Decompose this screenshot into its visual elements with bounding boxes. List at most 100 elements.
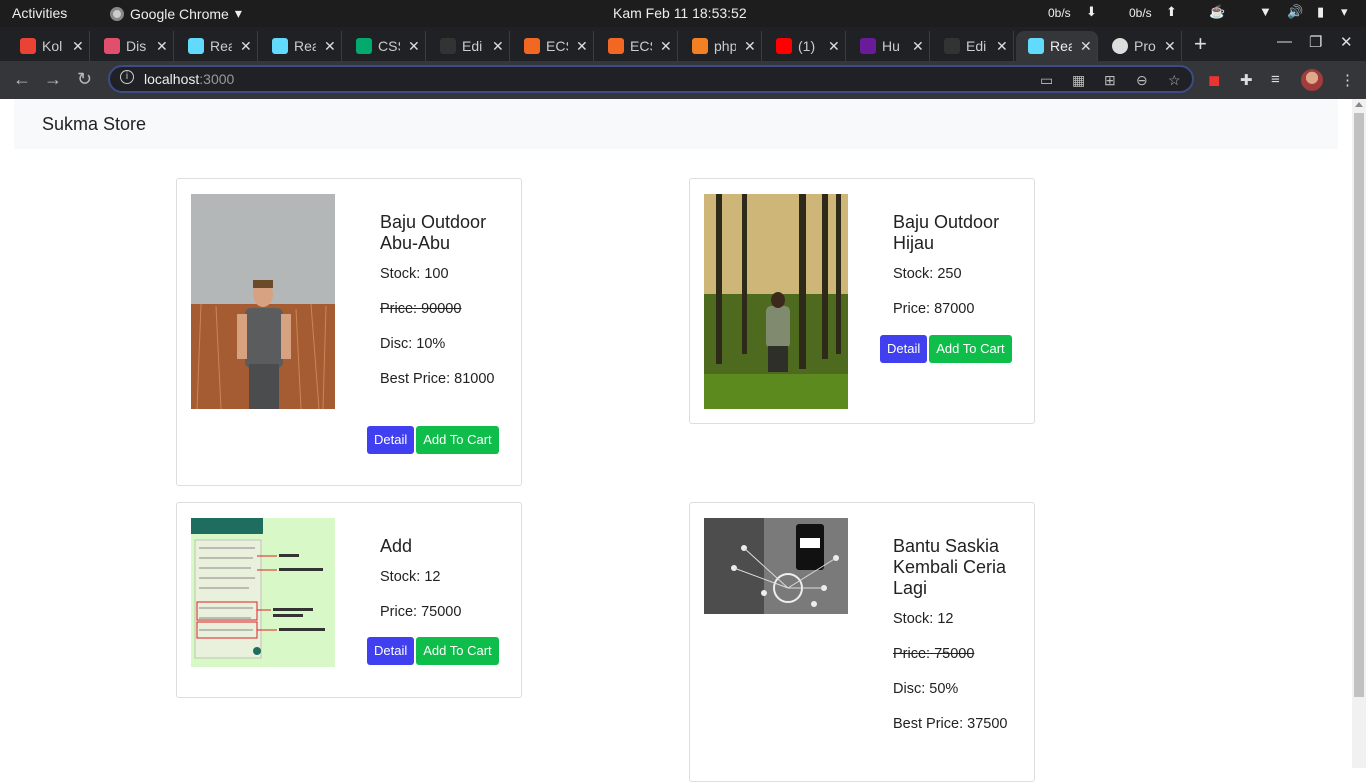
menu-icon[interactable]: ⋮ xyxy=(1340,71,1355,89)
browser-tab[interactable]: Dis ✕ xyxy=(92,31,174,61)
media-icon[interactable]: ≡ xyxy=(1271,71,1280,88)
info-icon[interactable]: i xyxy=(120,70,134,84)
tab-title: Rea xyxy=(210,38,232,54)
product-info: Baju Outdoor Hijau Stock: 250 Price: 870… xyxy=(893,212,1023,334)
scrollbar-thumb[interactable] xyxy=(1354,113,1364,697)
browser-tab[interactable]: php ✕ xyxy=(680,31,762,61)
react-icon xyxy=(188,38,204,54)
activities-button[interactable]: Activities xyxy=(12,5,67,21)
close-tab-icon[interactable]: ✕ xyxy=(408,38,420,55)
detail-button[interactable]: Detail xyxy=(367,426,415,454)
gmail-icon xyxy=(20,38,36,54)
browser-tab[interactable]: Edi ✕ xyxy=(932,31,1014,61)
close-tab-icon[interactable]: ✕ xyxy=(492,38,504,55)
close-tab-icon[interactable]: ✕ xyxy=(1164,38,1176,55)
close-tab-icon[interactable]: ✕ xyxy=(660,38,672,55)
close-tab-icon[interactable]: ✕ xyxy=(744,38,756,55)
back-icon[interactable]: ← xyxy=(13,69,31,90)
close-tab-icon[interactable]: ✕ xyxy=(576,38,588,55)
maximize-icon[interactable]: ❐ xyxy=(1309,33,1322,51)
browser-tab[interactable]: (1) ✕ xyxy=(764,31,846,61)
close-tab-icon[interactable]: ✕ xyxy=(1080,38,1092,55)
browser-tab[interactable]: CSS ✕ xyxy=(344,31,426,61)
wifi-icon[interactable]: ▼ xyxy=(1259,4,1272,19)
qr-code-icon[interactable]: ▦ xyxy=(1072,72,1085,89)
detail-button[interactable]: Detail xyxy=(880,335,928,363)
reload-icon[interactable]: ↻ xyxy=(77,69,92,90)
product-stock: Stock: 100 xyxy=(380,266,449,282)
browser-tab[interactable]: Pro ✕ xyxy=(1100,31,1182,61)
browser-tab[interactable]: ECS ✕ xyxy=(596,31,678,61)
coffee-icon[interactable]: ☕ xyxy=(1209,4,1225,20)
site-icon xyxy=(860,38,876,54)
puzzle-icon[interactable]: ✚ xyxy=(1240,71,1253,89)
net-down-rate: 0b/s xyxy=(1048,6,1071,20)
browser-tab[interactable]: Rea ✕ xyxy=(176,31,258,61)
stackoverflow-icon xyxy=(692,38,708,54)
browser-tab[interactable]: Kol ✕ xyxy=(8,31,90,61)
aws-icon xyxy=(524,38,540,54)
close-tab-icon[interactable]: ✕ xyxy=(912,38,924,55)
url-text[interactable]: localhost:3000 xyxy=(144,71,234,87)
volume-icon[interactable]: 🔊 xyxy=(1287,4,1303,20)
star-icon[interactable]: ☆ xyxy=(1168,72,1181,89)
product-actions: Detail Add To Cart xyxy=(880,335,1012,363)
brand[interactable]: Sukma Store xyxy=(42,114,146,135)
new-tab-button[interactable]: + xyxy=(1194,31,1207,57)
browser-tab[interactable]: Rea ✕ xyxy=(260,31,342,61)
add-to-cart-button[interactable]: Add To Cart xyxy=(929,335,1012,363)
tab-title: Hu xyxy=(882,38,900,54)
close-window-icon[interactable]: ✕ xyxy=(1340,33,1353,51)
translate-icon[interactable]: ⊞ xyxy=(1104,72,1116,89)
close-tab-icon[interactable]: ✕ xyxy=(828,38,840,55)
browser-toolbar: ← → ↻ i localhost:3000 ▭ ▦ ⊞ ⊖ ☆ ◼ ✚ ≡ ⋮ xyxy=(0,61,1366,99)
w3schools-icon xyxy=(356,38,372,54)
chevron-down-icon[interactable]: ▾ xyxy=(1341,4,1348,20)
page-viewport: Sukma Store Baju Outdoor Abu-Abu Stock: … xyxy=(0,99,1352,782)
cast-icon[interactable]: ▭ xyxy=(1040,72,1053,89)
address-bar[interactable]: i localhost:3000 ▭ ▦ ⊞ ⊖ ☆ xyxy=(108,65,1194,93)
product-name: Baju Outdoor Hijau xyxy=(893,212,1000,253)
avatar[interactable] xyxy=(1301,69,1323,91)
browser-tab[interactable]: Edi ✕ xyxy=(428,31,510,61)
page-scrollbar[interactable] xyxy=(1352,99,1366,768)
extension-icon[interactable]: ◼ xyxy=(1208,71,1220,89)
arrow-up-icon: ⬆ xyxy=(1166,4,1177,19)
youtube-icon xyxy=(776,38,792,54)
app-menu[interactable]: Google Chrome ▾ xyxy=(110,5,242,22)
minimize-icon[interactable]: — xyxy=(1277,33,1292,50)
tab-title: Rea xyxy=(1050,38,1072,54)
browser-tab-active[interactable]: Rea ✕ xyxy=(1016,31,1098,61)
browser-tab[interactable]: Hu ✕ xyxy=(848,31,930,61)
scroll-up-icon[interactable] xyxy=(1355,102,1363,107)
tab-title: Kol xyxy=(42,38,63,54)
product-discount: Disc: 50% xyxy=(893,681,959,697)
product-original-price: Price: 75000 xyxy=(893,646,975,662)
tab-title: php xyxy=(714,38,736,54)
detail-button[interactable]: Detail xyxy=(367,637,415,665)
product-price: Price: 75000 xyxy=(380,604,462,620)
add-to-cart-button[interactable]: Add To Cart xyxy=(416,637,499,665)
product-actions: Detail Add To Cart xyxy=(367,637,499,665)
product-image xyxy=(704,518,848,614)
close-tab-icon[interactable]: ✕ xyxy=(72,38,84,55)
product-image xyxy=(191,518,335,667)
tab-strip: Kol ✕ Dis ✕ Rea ✕ Rea ✕ CSS ✕ Edi ✕ ECS … xyxy=(0,27,1366,61)
system-top-bar: Activities Google Chrome ▾ Kam Feb 11 18… xyxy=(0,0,1366,27)
zoom-icon[interactable]: ⊖ xyxy=(1136,72,1148,89)
tab-title: Dis xyxy=(126,38,147,54)
browser-tab[interactable]: ECS ✕ xyxy=(512,31,594,61)
close-tab-icon[interactable]: ✕ xyxy=(324,38,336,55)
tab-title: ECS xyxy=(546,38,568,54)
add-to-cart-button[interactable]: Add To Cart xyxy=(416,426,499,454)
chrome-icon xyxy=(110,6,124,21)
clock[interactable]: Kam Feb 11 18:53:52 xyxy=(613,5,747,21)
site-icon xyxy=(104,38,120,54)
battery-icon[interactable]: ▮ xyxy=(1317,4,1324,20)
tab-title: Edi xyxy=(462,38,483,54)
close-tab-icon[interactable]: ✕ xyxy=(156,38,168,55)
product-card: Add Stock: 12 Price: 75000 Detail Add To… xyxy=(176,502,522,698)
close-tab-icon[interactable]: ✕ xyxy=(240,38,252,55)
close-tab-icon[interactable]: ✕ xyxy=(996,38,1008,55)
forward-icon[interactable]: → xyxy=(44,69,62,90)
